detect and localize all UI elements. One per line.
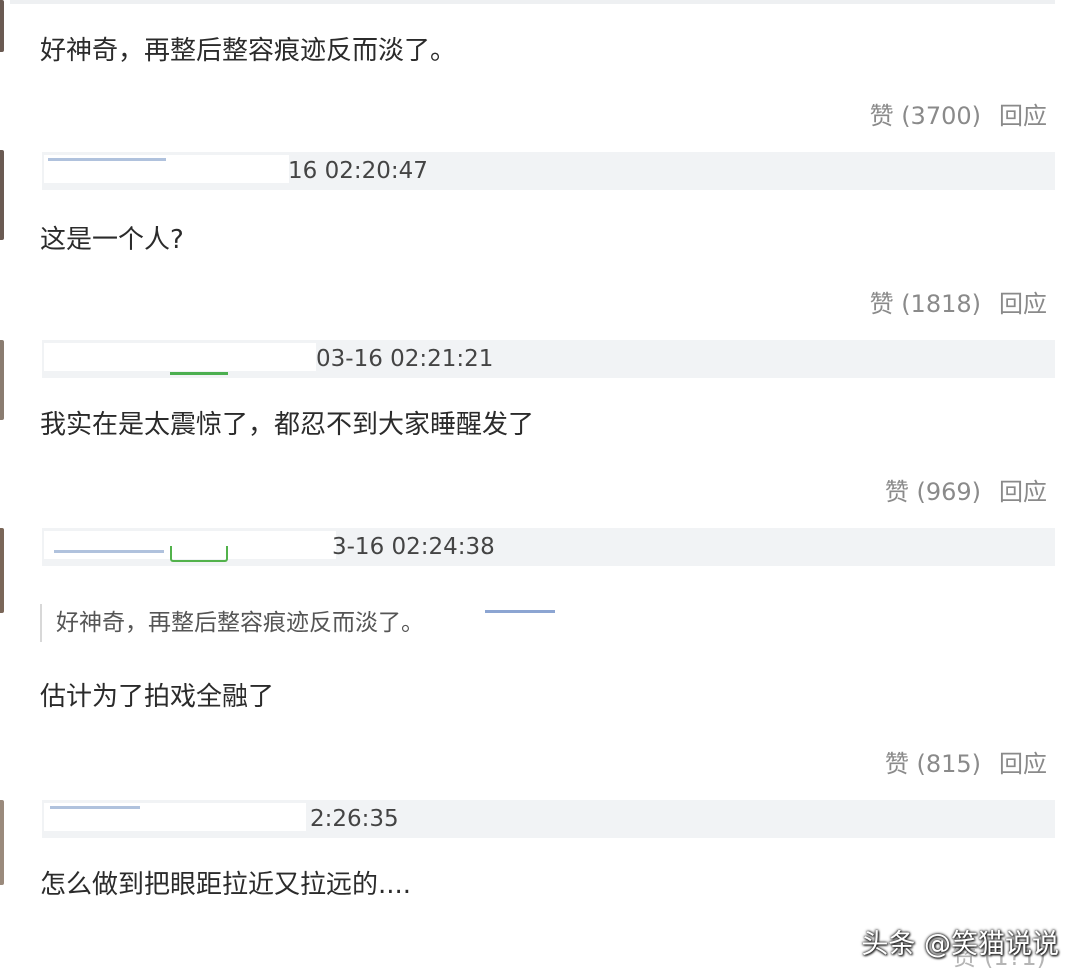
comment-text: 好神奇，再整后整容痕迹反而淡了。 bbox=[40, 36, 457, 66]
comment-header: 3-16 02:24:38 bbox=[42, 528, 1055, 566]
comment-timestamp: 2:26:35 bbox=[310, 806, 399, 832]
username-redaction bbox=[44, 343, 316, 371]
avatar[interactable] bbox=[0, 150, 4, 240]
comment-actions: 赞 (1818) 回应 bbox=[870, 289, 1047, 319]
vip-badge bbox=[170, 372, 228, 375]
comment-header: 03-16 02:21:21 bbox=[42, 340, 1055, 378]
comment-actions: 赞 (815) 回应 bbox=[885, 749, 1047, 779]
like-button[interactable]: 赞 (815) bbox=[885, 749, 981, 779]
comment-header: 16 02:20:47 bbox=[42, 152, 1055, 190]
like-button[interactable]: 赞 (969) bbox=[885, 477, 981, 507]
watermark: 头条 @笑猫说说 bbox=[861, 929, 1059, 960]
quoted-text: 好神奇，再整后整容痕迹反而淡了。 bbox=[56, 610, 424, 636]
reply-button[interactable]: 回应 bbox=[999, 101, 1047, 131]
avatar[interactable] bbox=[0, 340, 4, 420]
comment-actions: 赞 (969) 回应 bbox=[885, 477, 1047, 507]
username-link[interactable] bbox=[48, 158, 166, 161]
comment-text: 估计为了拍戏全融了 bbox=[40, 682, 275, 712]
like-button[interactable]: 赞 (1818) bbox=[870, 289, 981, 319]
avatar[interactable] bbox=[0, 800, 4, 885]
reply-button[interactable]: 回应 bbox=[999, 289, 1047, 319]
comment-header: 2:26:35 bbox=[42, 800, 1055, 838]
vip-badge bbox=[170, 546, 228, 562]
comment-actions: 赞 (3700) 回应 bbox=[870, 101, 1047, 131]
quoted-author-link[interactable] bbox=[485, 610, 555, 613]
reply-button[interactable]: 回应 bbox=[999, 477, 1047, 507]
username-link[interactable] bbox=[50, 806, 140, 809]
avatar[interactable] bbox=[0, 528, 4, 613]
comment-text: 怎么做到把眼距拉近又拉远的.... bbox=[40, 870, 412, 900]
avatar[interactable] bbox=[0, 0, 4, 52]
comment-timestamp: 03-16 02:21:21 bbox=[316, 346, 494, 372]
like-button[interactable]: 赞 (3700) bbox=[870, 101, 981, 131]
top-divider bbox=[10, 0, 1055, 4]
comment-timestamp: 3-16 02:24:38 bbox=[332, 534, 495, 560]
comment-text: 我实在是太震惊了，都忍不到大家睡醒发了 bbox=[40, 410, 535, 440]
comment-timestamp: 16 02:20:47 bbox=[288, 158, 428, 184]
comment-text: 这是一个人? bbox=[40, 225, 184, 255]
username-link[interactable] bbox=[54, 550, 164, 553]
quoted-comment: 好神奇，再整后整容痕迹反而淡了。 bbox=[40, 604, 424, 642]
reply-button[interactable]: 回应 bbox=[999, 749, 1047, 779]
